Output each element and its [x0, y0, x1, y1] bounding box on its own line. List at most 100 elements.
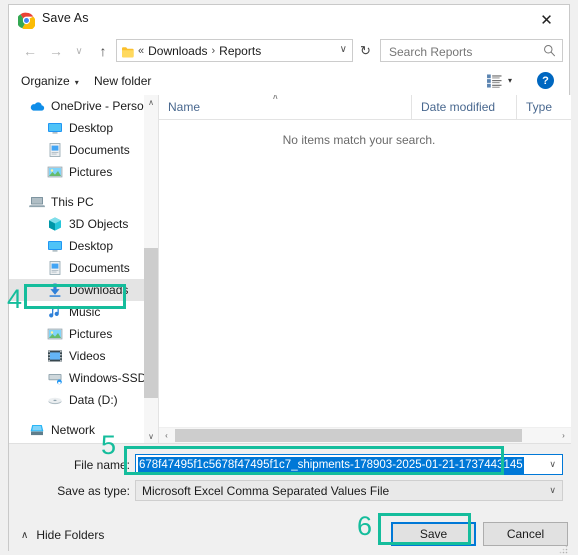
- sidebar-item-this-pc[interactable]: This PC: [9, 191, 144, 213]
- save-as-dialog: Save As ✕ ← → ∨ ↑ « Downloads › Reports: [0, 0, 578, 555]
- breadcrumb-item-reports[interactable]: Reports: [219, 44, 261, 58]
- sidebar-item-documents[interactable]: Documents: [9, 257, 144, 279]
- column-header-date-modified[interactable]: Date modified: [412, 95, 517, 119]
- chevron-down-icon: ▾: [74, 77, 79, 87]
- breadcrumb-item-downloads[interactable]: Downloads: [148, 44, 207, 58]
- address-bar: ← → ∨ ↑ « Downloads › Reports ∨ ↻: [9, 35, 569, 67]
- sidebar-item-label: 3D Objects: [69, 217, 129, 231]
- forward-icon[interactable]: →: [45, 40, 67, 62]
- sidebar-item-label: Pictures: [69, 327, 113, 341]
- downloads-icon: [47, 282, 63, 298]
- nav-group-gap: [9, 411, 144, 419]
- sidebar-item-pictures[interactable]: Pictures: [9, 323, 144, 345]
- breadcrumb-prefix: «: [138, 44, 145, 57]
- help-icon[interactable]: ?: [537, 72, 554, 89]
- empty-list-message: No items match your search.: [282, 133, 436, 147]
- navigation-tree: OneDrive - Person Desktop Documents Picture…: [9, 95, 158, 441]
- sidebar-item-label: Desktop: [69, 239, 114, 253]
- sidebar-item-onedrive-person[interactable]: OneDrive - Person: [9, 95, 150, 117]
- sidebar-item-windows-ssd-c[interactable]: Windows-SSD (C: [9, 367, 158, 389]
- chevron-up-icon: ∧: [21, 529, 29, 541]
- network-icon: [29, 422, 45, 438]
- column-header-row: Name ∧ Date modified Type: [159, 95, 571, 120]
- sidebar-item-label: Music: [69, 305, 101, 319]
- new-folder-button[interactable]: New folder: [94, 72, 151, 90]
- sidebar-item-label: This PC: [51, 195, 94, 209]
- close-button[interactable]: ✕: [524, 5, 569, 35]
- file-name-input[interactable]: 678f47495f1c5678f47495f1c7_shipments-178…: [138, 457, 524, 474]
- onedrive-cloud-icon: [29, 98, 45, 114]
- pictures-icon: [47, 326, 63, 342]
- navigation-pane: OneDrive - Person Desktop Documents Picture…: [9, 95, 158, 443]
- title-bar: Save As ✕: [9, 5, 569, 35]
- file-name-combobox[interactable]: 678f47495f1c5678f47495f1c7_shipments-178…: [135, 454, 563, 475]
- recent-locations-icon[interactable]: ∨: [68, 40, 90, 62]
- window-title: Save As: [42, 11, 89, 25]
- sidebar-item-label: Data (D:): [69, 393, 118, 407]
- file-list-horizontal-scrollbar[interactable]: ‹ ›: [159, 427, 571, 443]
- folder-icon: [122, 45, 134, 58]
- sidebar-item-desktop[interactable]: Desktop: [9, 117, 144, 139]
- navpane-scrollbar[interactable]: ∧ ∨: [144, 95, 158, 443]
- scroll-right-icon[interactable]: ›: [556, 428, 571, 443]
- desktop-icon: [47, 238, 63, 254]
- sidebar-item-network[interactable]: Network: [9, 419, 144, 441]
- documents-icon: [47, 142, 63, 158]
- scrollbar-thumb[interactable]: [144, 248, 158, 398]
- search-icon: [543, 44, 556, 57]
- documents-icon: [47, 260, 63, 276]
- sidebar-item-music[interactable]: Music: [9, 301, 144, 323]
- sidebar-item-data-d[interactable]: Data (D:): [9, 389, 144, 411]
- pictures-icon: [47, 164, 63, 180]
- sidebar-item-documents[interactable]: Documents: [9, 139, 144, 161]
- sidebar-item-label: Desktop: [69, 121, 114, 135]
- breadcrumb-separator: ›: [211, 44, 216, 57]
- save-form: File name: 678f47495f1c5678f47495f1c7_sh…: [9, 443, 571, 554]
- search-input[interactable]: [387, 40, 541, 63]
- sidebar-item-label: Downloads: [69, 283, 129, 297]
- music-icon: [47, 304, 63, 320]
- chevron-down-icon[interactable]: ▾: [508, 76, 512, 85]
- window-frame: Save As ✕ ← → ∨ ↑ « Downloads › Reports: [8, 4, 571, 554]
- sidebar-item-pictures[interactable]: Pictures: [9, 161, 144, 183]
- scroll-down-icon[interactable]: ∨: [144, 429, 158, 443]
- search-box[interactable]: [380, 39, 563, 63]
- sidebar-item-label: OneDrive - Person: [51, 99, 151, 113]
- disk-drive-icon: [47, 392, 63, 408]
- chevron-down-icon[interactable]: ∨: [340, 44, 347, 55]
- save-button[interactable]: Save: [391, 522, 476, 546]
- chevron-down-icon[interactable]: ∨: [549, 459, 556, 470]
- column-header-name[interactable]: Name ∧: [159, 95, 412, 119]
- sidebar-item-desktop[interactable]: Desktop: [9, 235, 144, 257]
- back-icon[interactable]: ←: [19, 40, 41, 62]
- sidebar-item-label: Documents: [69, 143, 130, 157]
- column-header-name-label: Name: [168, 100, 201, 114]
- resize-grip-icon[interactable]: [558, 541, 568, 554]
- sidebar-item-label: Pictures: [69, 165, 113, 179]
- up-icon[interactable]: ↑: [92, 40, 114, 62]
- scrollbar-thumb[interactable]: [175, 429, 522, 442]
- refresh-icon[interactable]: ↻: [355, 40, 376, 61]
- sort-ascending-icon: ∧: [272, 95, 279, 101]
- videos-icon: [47, 348, 63, 364]
- save-as-type-value: Microsoft Excel Comma Separated Values F…: [142, 484, 390, 498]
- scroll-up-icon[interactable]: ∧: [144, 95, 158, 109]
- save-as-type-combobox[interactable]: Microsoft Excel Comma Separated Values F…: [135, 480, 563, 501]
- breadcrumb[interactable]: « Downloads › Reports ∨: [116, 39, 353, 62]
- hide-folders-label: Hide Folders: [36, 528, 105, 542]
- scroll-left-icon[interactable]: ‹: [159, 428, 174, 443]
- save-as-type-label: Save as type:: [57, 484, 130, 498]
- hide-folders-button[interactable]: ∧ Hide Folders: [21, 528, 104, 542]
- sidebar-item-videos[interactable]: Videos: [9, 345, 144, 367]
- sidebar-item-downloads[interactable]: Downloads: [9, 279, 144, 301]
- cancel-button[interactable]: Cancel: [483, 522, 568, 546]
- column-header-type[interactable]: Type: [517, 95, 571, 119]
- chevron-down-icon[interactable]: ∨: [549, 485, 556, 496]
- sidebar-item-label: Documents: [69, 261, 130, 275]
- nav-group-gap: [9, 183, 144, 191]
- organize-button[interactable]: Organize ▾: [21, 72, 79, 90]
- sidebar-item-3d-objects[interactable]: 3D Objects: [9, 213, 144, 235]
- file-name-label: File name:: [73, 458, 130, 472]
- view-list-icon[interactable]: [487, 74, 502, 88]
- sidebar-item-label: Network: [51, 423, 96, 437]
